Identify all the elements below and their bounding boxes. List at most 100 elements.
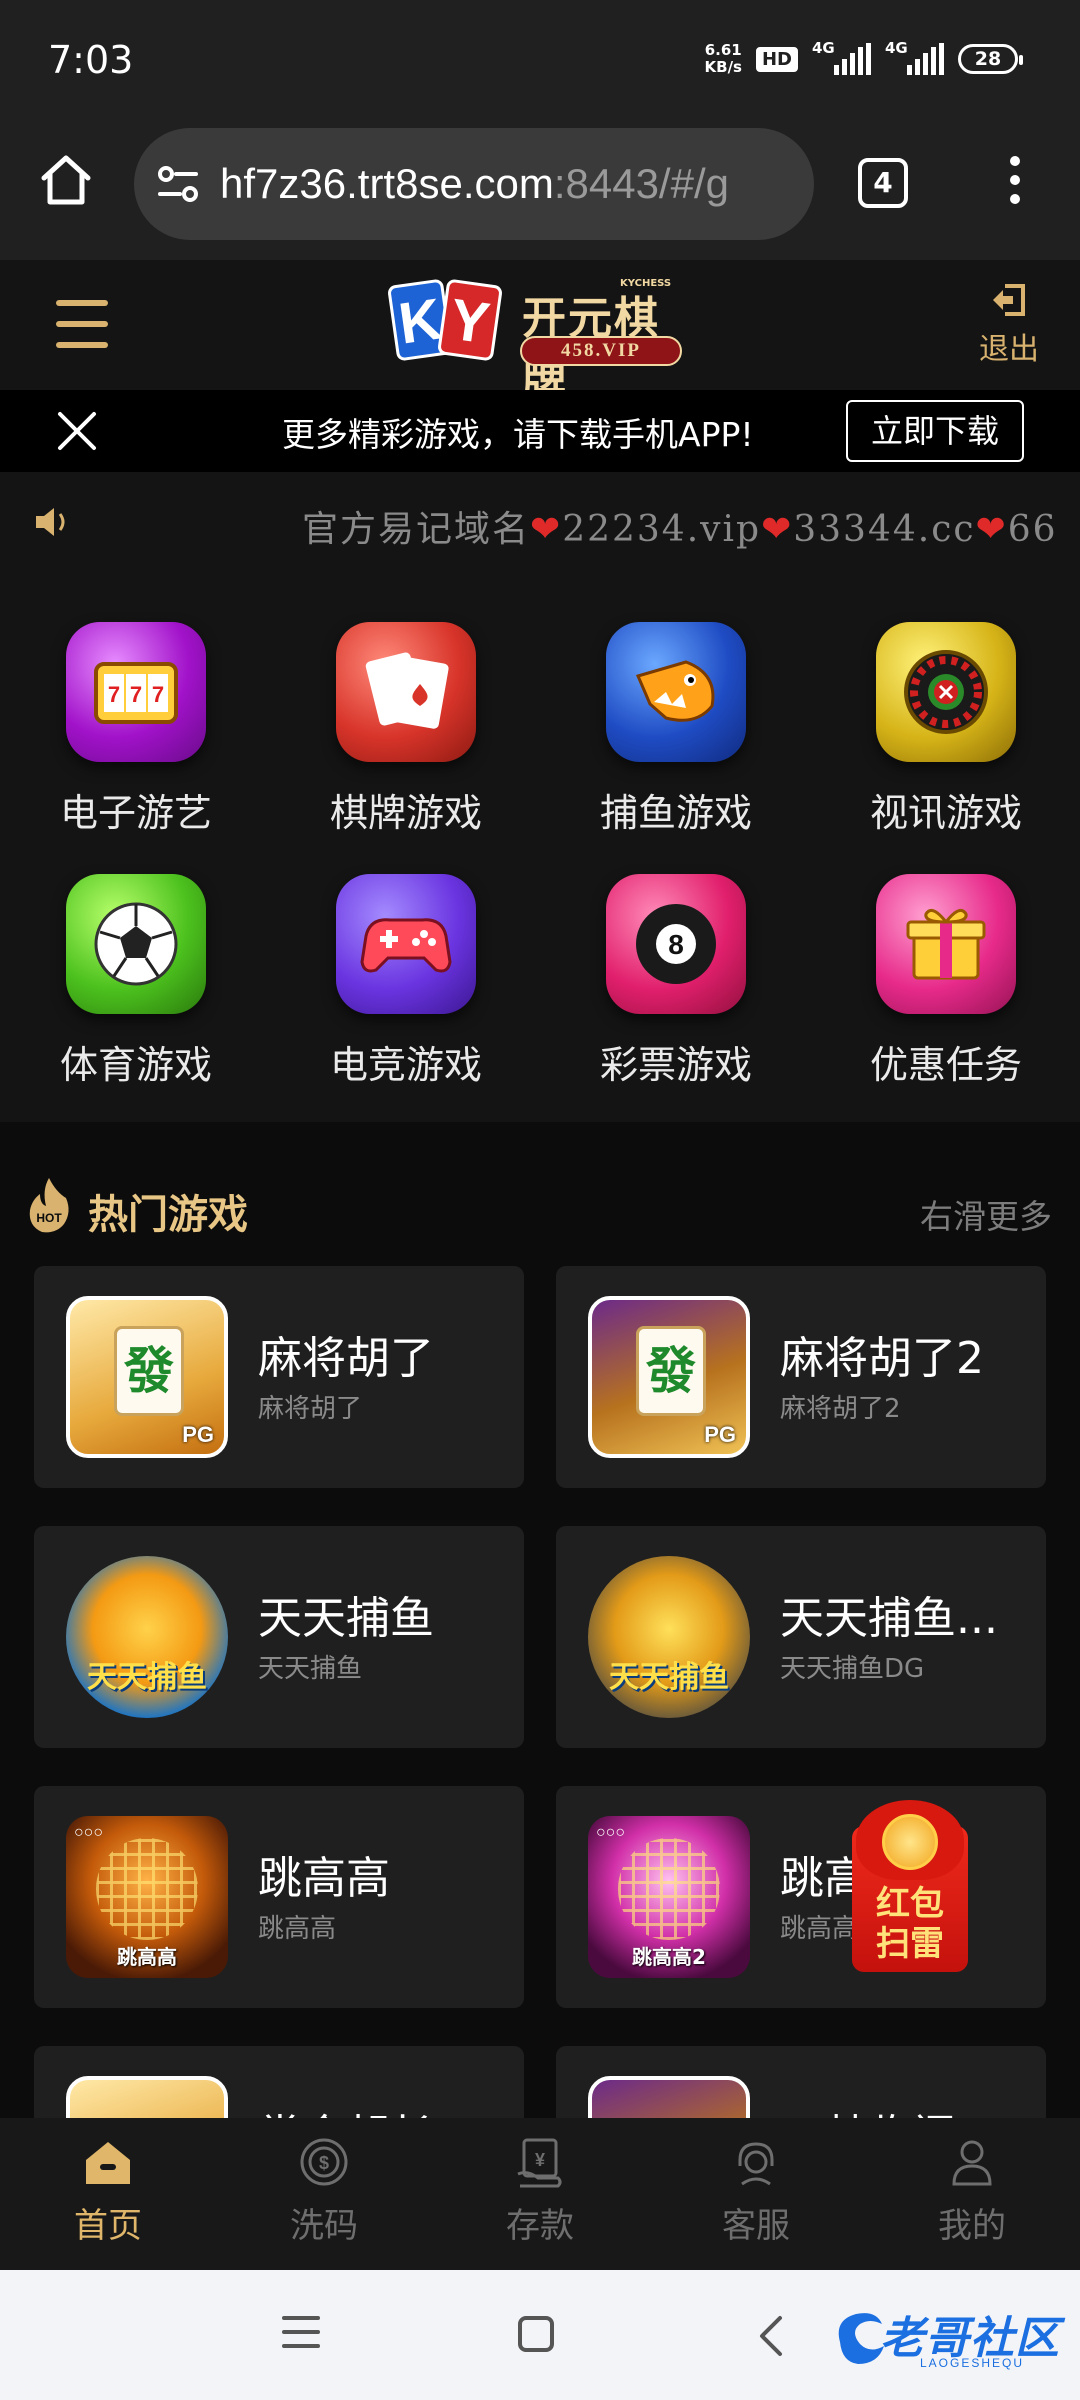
nav-label: 存款 (506, 2206, 574, 2246)
game-thumbnail (588, 2076, 750, 2118)
site-settings-icon[interactable] (156, 164, 200, 204)
category-label: 电竞游戏 (329, 1043, 482, 1087)
status-bar: 7:03 6.61 KB/s HD 4G 4G 28 (0, 0, 1080, 120)
game-card[interactable]: 天天捕鱼 天天捕鱼 天天捕鱼 (34, 1526, 524, 1748)
slot-machine-icon: 777 (66, 622, 206, 762)
category-slots[interactable]: 777 电子游艺 (26, 622, 246, 862)
nav-home[interactable]: 首页 (0, 2134, 216, 2247)
back-button[interactable] (756, 2314, 786, 2358)
system-home-button[interactable] (518, 2316, 554, 2352)
game-thumbnail: ○○○ 跳高高2 (588, 1816, 750, 1978)
game-card[interactable]: 四禁临门 (556, 2046, 1046, 2118)
category-label: 优惠任务 (869, 1043, 1022, 1087)
svg-text:¥: ¥ (535, 2150, 545, 2170)
category-promo[interactable]: 优惠任务 (836, 874, 1056, 1114)
soccer-ball-icon (66, 874, 206, 1014)
category-label: 电子游艺 (59, 791, 212, 835)
svg-text:7: 7 (130, 682, 142, 707)
disco-ball-icon (618, 1838, 720, 1940)
gamepad-icon (336, 874, 476, 1014)
speed-value: 6.61 (704, 41, 742, 59)
logo-kychess: KYCHESS (620, 278, 672, 289)
browser-toolbar: hf7z36.trt8se.com:8443/#/g 4 (0, 120, 1080, 260)
nav-deposit[interactable]: ¥ 存款 (432, 2134, 648, 2247)
watermark-logo: 老哥社区 LAOGESHEQU (830, 2298, 1070, 2378)
tab-switcher-button[interactable]: 4 (858, 158, 908, 208)
category-esports[interactable]: 电竞游戏 (296, 874, 516, 1114)
status-icons: 6.61 KB/s HD 4G 4G 28 (705, 39, 1023, 76)
marquee-text: 官方易记域名❤22234.vip❤33344.cc❤66 (302, 500, 1058, 552)
download-banner: 更多精彩游戏，请下载手机APP! 立即下载 (0, 390, 1080, 472)
logout-button[interactable]: 退出 (974, 282, 1044, 368)
logout-icon (993, 284, 1025, 316)
game-thumbnail: 天天捕鱼 (588, 1556, 750, 1718)
heart-icon: ❤ (761, 509, 794, 550)
nav-label: 洗码 (290, 2206, 358, 2246)
marquee-domain-2: 33344.cc (793, 509, 976, 550)
nav-support[interactable]: 客服 (648, 2134, 864, 2247)
ring-icon: ○○○ (74, 1824, 103, 1841)
game-subtitle: 跳高高 (258, 1914, 337, 1944)
game-thumbnail: 發 PG (66, 1296, 228, 1458)
game-card[interactable]: 發 PG 麻将胡了 麻将胡了 (34, 1266, 524, 1488)
red-packet-button[interactable]: 红包 扫雷 (852, 1800, 968, 1972)
network-speed: 6.61 KB/s (705, 42, 742, 76)
game-name: 麻将胡了 (258, 1333, 434, 1384)
game-card[interactable]: 天天捕鱼 天天捕鱼... 天天捕鱼DG (556, 1526, 1046, 1748)
roulette-icon (876, 622, 1016, 762)
browser-menu-button[interactable] (1000, 156, 1030, 216)
swipe-more-hint[interactable]: 右滑更多 (920, 1190, 1052, 1238)
nav-profile[interactable]: 我的 (864, 2134, 1080, 2247)
svg-text:8: 8 (668, 929, 684, 960)
close-icon[interactable] (54, 408, 100, 454)
mahjong-tile-icon: 發 (636, 1326, 706, 1416)
category-lottery[interactable]: 8 彩票游戏 (566, 874, 786, 1114)
jump-game-logo: 跳高高2 (632, 1945, 706, 1969)
category-sports[interactable]: 体育游戏 (26, 874, 246, 1114)
nav-wash-code[interactable]: $ 洗码 (216, 2134, 432, 2247)
network-type-2: 4G (885, 39, 908, 57)
svg-text:HOT: HOT (36, 1211, 62, 1225)
game-card[interactable]: 掌金朝长 (34, 2046, 524, 2118)
category-fishing[interactable]: 捕鱼游戏 (566, 622, 786, 862)
game-thumbnail (66, 2076, 228, 2118)
download-now-button[interactable]: 立即下载 (846, 400, 1024, 462)
game-name: 天天捕鱼... (780, 1593, 998, 1644)
game-subtitle: 麻将胡了2 (780, 1394, 901, 1424)
site-header: KY 开元棋牌 KYCHESS 458.VIP 退出 (0, 260, 1080, 408)
pg-badge: PG (704, 1422, 736, 1447)
hot-games-title: 热门游戏 (88, 1192, 248, 1238)
signal-icon-2: 4G (885, 39, 944, 75)
address-bar[interactable]: hf7z36.trt8se.com:8443/#/g (134, 128, 814, 240)
svg-text:7: 7 (152, 682, 164, 707)
game-subtitle: 麻将胡了 (258, 1394, 363, 1424)
deposit-icon: ¥ (517, 2138, 562, 2188)
fish-game-logo: 天天捕鱼 (609, 1660, 729, 1695)
category-live[interactable]: 视讯游戏 (836, 622, 1056, 862)
announcement-marquee: 官方易记域名❤22234.vip❤33344.cc❤66 (0, 472, 1080, 572)
game-card[interactable]: 發 PG 麻将胡了2 麻将胡了2 (556, 1266, 1046, 1488)
game-subtitle: 天天捕鱼 (258, 1654, 363, 1684)
logo-y: Y (436, 278, 504, 362)
game-name: 天天捕鱼 (258, 1593, 434, 1644)
watermark-subtext: LAOGESHEQU (920, 2356, 1025, 2370)
game-card[interactable]: ○○○ 跳高高 跳高高 跳高高 (34, 1786, 524, 2008)
browser-home-button[interactable] (36, 150, 96, 210)
logo-vip-domain: 458.VIP (520, 336, 682, 366)
site-logo: KY 开元棋牌 KYCHESS 458.VIP (386, 276, 684, 408)
game-subtitle: 天天捕鱼DG (780, 1654, 925, 1684)
category-label: 视讯游戏 (869, 791, 1022, 835)
heart-icon: ❤ (975, 509, 1008, 550)
recent-apps-button[interactable] (282, 2316, 320, 2358)
home-icon (86, 2142, 130, 2184)
signal-icon: 4G (812, 39, 871, 75)
red-packet-label: 红包 扫雷 (852, 1884, 968, 1964)
marquee-domain-3: 66 (1007, 509, 1058, 550)
url-text[interactable]: hf7z36.trt8se.com:8443/#/g (220, 160, 729, 208)
jump-game-logo: 跳高高 (117, 1945, 177, 1969)
coin-icon (882, 1814, 938, 1870)
game-card[interactable]: ○○○ 跳高高2 跳高 跳高高 (556, 1786, 1046, 2008)
dot (1010, 194, 1020, 204)
menu-button[interactable] (56, 300, 108, 350)
category-cards[interactable]: 棋牌游戏 (296, 622, 516, 862)
